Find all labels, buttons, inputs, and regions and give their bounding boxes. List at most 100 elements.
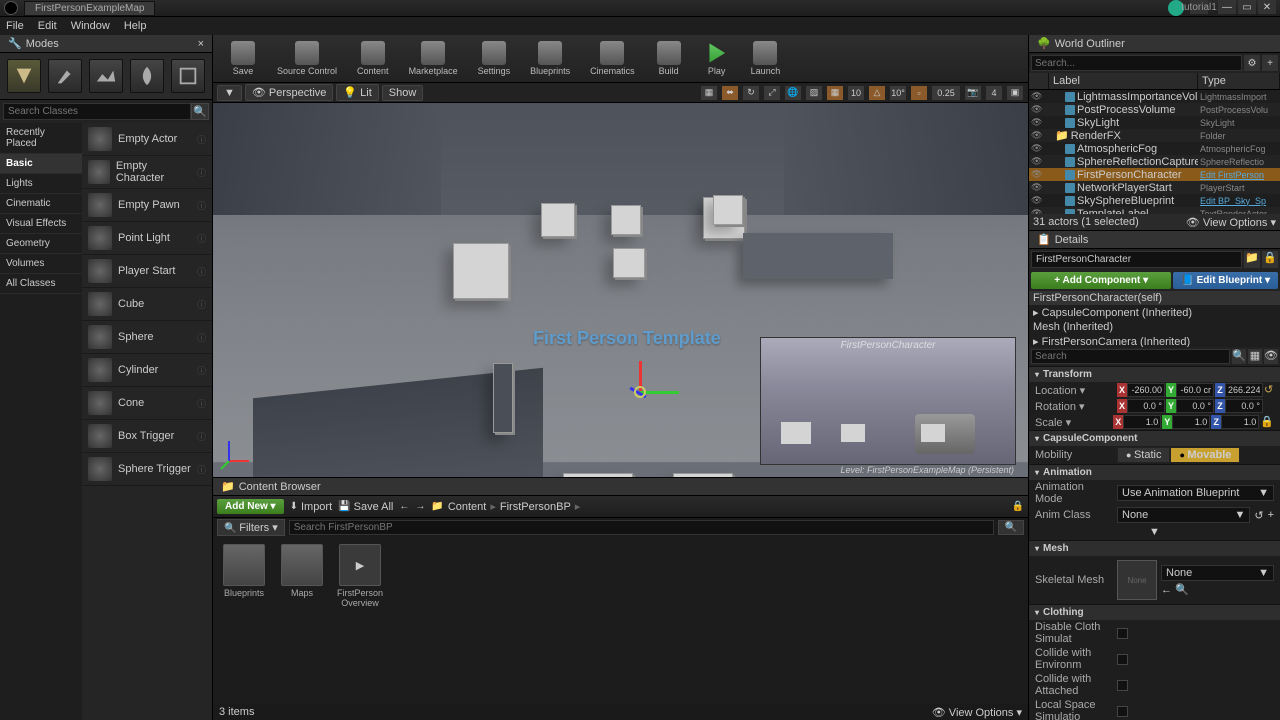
outliner-row[interactable]: 👁📁RenderFXFolder: [1029, 129, 1280, 142]
component-tree[interactable]: FirstPersonCharacter(self)▸ CapsuleCompo…: [1029, 291, 1280, 347]
browse-icon[interactable]: 🔍: [1175, 584, 1189, 596]
category-recently-placed[interactable]: Recently Placed: [0, 123, 82, 154]
camera-speed-icon[interactable]: 📷: [964, 85, 982, 101]
place-item[interactable]: Coneⓘ: [82, 387, 212, 420]
blueprints-button[interactable]: Blueprints: [522, 39, 578, 78]
filters-button[interactable]: 🔍 Filters ▾: [217, 519, 285, 536]
category-geometry[interactable]: Geometry: [0, 234, 82, 254]
camera-speed-value[interactable]: 4: [985, 85, 1003, 101]
clothing-section[interactable]: Clothing: [1029, 604, 1280, 620]
place-item[interactable]: Point Lightⓘ: [82, 222, 212, 255]
show-button[interactable]: Show: [382, 85, 424, 101]
content-search-input[interactable]: [289, 520, 994, 535]
mesh-thumbnail[interactable]: None: [1117, 560, 1157, 600]
use-icon[interactable]: ←: [1161, 584, 1172, 596]
details-tab[interactable]: 📋 Details: [1029, 231, 1280, 249]
surface-snap-button[interactable]: ▨: [805, 85, 823, 101]
viewport-menu-button[interactable]: ▼: [217, 85, 242, 101]
asset-item[interactable]: Maps: [279, 544, 325, 599]
transform-section[interactable]: Transform: [1029, 366, 1280, 382]
outliner-row[interactable]: 👁SkySphereBlueprintEdit BP_Sky_Sp: [1029, 194, 1280, 207]
rot-x-input[interactable]: [1127, 399, 1165, 413]
loc-y-input[interactable]: [1176, 383, 1214, 397]
outliner-row[interactable]: 👁AtmosphericFogAtmosphericFog: [1029, 142, 1280, 155]
component-row[interactable]: ▸ CapsuleComponent (Inherited): [1029, 305, 1280, 320]
add-icon[interactable]: +: [1262, 55, 1278, 71]
play-button[interactable]: Play: [695, 39, 739, 78]
lock-scale-icon[interactable]: 🔒: [1260, 415, 1274, 429]
place-item[interactable]: Cylinderⓘ: [82, 354, 212, 387]
transform-gizmo[interactable]: [629, 361, 689, 421]
content-button[interactable]: Content: [349, 39, 397, 78]
view-options-button[interactable]: 👁 View Options ▾: [932, 706, 1022, 719]
outliner-row[interactable]: 👁SphereReflectionCaptureSphereReflectio: [1029, 155, 1280, 168]
build-button[interactable]: Build: [647, 39, 691, 78]
outliner-row[interactable]: 👁LightmassImportanceVolumeLightmassImpor…: [1029, 90, 1280, 103]
outliner-header[interactable]: Label Type: [1029, 73, 1280, 90]
content-browser-tab[interactable]: 📁 Content Browser: [213, 478, 1028, 496]
outliner-row[interactable]: 👁NetworkPlayerStartPlayerStart: [1029, 181, 1280, 194]
anim-mode-dropdown[interactable]: Use Animation Blueprint▼: [1117, 485, 1274, 501]
settings-button[interactable]: Settings: [470, 39, 519, 78]
paint-mode-button[interactable]: [48, 59, 82, 93]
menu-file[interactable]: File: [6, 20, 24, 32]
category-lights[interactable]: Lights: [0, 174, 82, 194]
place-mode-button[interactable]: [7, 59, 41, 93]
eye-icon[interactable]: 👁: [1264, 349, 1278, 364]
outliner-row[interactable]: 👁FirstPersonCharacterEdit FirstPerson: [1029, 168, 1280, 181]
checkbox[interactable]: [1117, 680, 1128, 691]
edit-blueprint-button[interactable]: 📘 Edit Blueprint ▾: [1173, 272, 1278, 289]
perspective-button[interactable]: 👁 Perspective: [245, 84, 334, 101]
lit-button[interactable]: 💡 Lit: [336, 84, 378, 101]
foliage-mode-button[interactable]: [130, 59, 164, 93]
level-tab[interactable]: FirstPersonExampleMap: [24, 1, 155, 16]
category-visual-effects[interactable]: Visual Effects: [0, 214, 82, 234]
launch-button[interactable]: Launch: [743, 39, 789, 78]
component-row[interactable]: ▸ FirstPersonCamera (Inherited): [1029, 334, 1280, 347]
loc-z-input[interactable]: [1225, 383, 1263, 397]
modes-tab[interactable]: 🔧 Modes ×: [0, 35, 212, 53]
search-icon[interactable]: 🔍: [191, 103, 209, 120]
maximize-button[interactable]: ▭: [1238, 0, 1256, 14]
scale-snap-button[interactable]: ▫: [910, 85, 928, 101]
component-row[interactable]: FirstPersonCharacter(self): [1029, 291, 1280, 305]
breadcrumb[interactable]: 📁 Content ▸ FirstPersonBP ▸: [431, 500, 580, 513]
reset-icon[interactable]: ↺: [1264, 383, 1273, 397]
category-cinematic[interactable]: Cinematic: [0, 194, 82, 214]
rot-y-input[interactable]: [1176, 399, 1214, 413]
nav-back-button[interactable]: ←: [399, 501, 409, 512]
category-basic[interactable]: Basic: [0, 154, 82, 174]
mobility-toggle[interactable]: ● Static ● Movable: [1117, 447, 1240, 463]
filter-icon[interactable]: ⚙: [1244, 55, 1260, 71]
menu-edit[interactable]: Edit: [38, 20, 57, 32]
grid-snap-value[interactable]: 10: [847, 85, 865, 101]
outliner-view-options[interactable]: 👁 View Options ▾: [1186, 216, 1276, 229]
angle-snap-button[interactable]: △: [868, 85, 886, 101]
outliner-row[interactable]: 👁SkyLightSkyLight: [1029, 116, 1280, 129]
outliner-row[interactable]: 👁TemplateLabelTextRenderActor: [1029, 207, 1280, 214]
property-matrix-icon[interactable]: ▦: [1248, 349, 1262, 364]
mesh-section[interactable]: Mesh: [1029, 540, 1280, 556]
actor-name-input[interactable]: [1031, 251, 1242, 268]
reset-icon[interactable]: ↺: [1254, 509, 1263, 522]
outliner-row[interactable]: 👁PostProcessVolumePostProcessVolu: [1029, 103, 1280, 116]
place-item[interactable]: Sphere Triggerⓘ: [82, 453, 212, 486]
capsule-section[interactable]: CapsuleComponent: [1029, 430, 1280, 446]
menu-window[interactable]: Window: [71, 20, 110, 32]
geometry-mode-button[interactable]: [171, 59, 205, 93]
angle-snap-value[interactable]: 10°: [889, 85, 907, 101]
asset-item[interactable]: Blueprints: [221, 544, 267, 599]
place-item[interactable]: Box Triggerⓘ: [82, 420, 212, 453]
asset-item[interactable]: ▶FirstPersonOverview: [337, 544, 383, 609]
nav-fwd-button[interactable]: →: [415, 501, 425, 512]
component-row[interactable]: Mesh (Inherited): [1029, 320, 1280, 334]
marketplace-button[interactable]: Marketplace: [401, 39, 466, 78]
search-icon[interactable]: 🔍: [998, 520, 1024, 535]
scale-snap-value[interactable]: 0.25: [931, 85, 961, 101]
category-all-classes[interactable]: All Classes: [0, 274, 82, 294]
maximize-viewport-button[interactable]: ▣: [1006, 85, 1024, 101]
mesh-dropdown[interactable]: None▼: [1161, 565, 1274, 581]
place-item[interactable]: Empty Actorⓘ: [82, 123, 212, 156]
coord-space-button[interactable]: 🌐: [784, 85, 802, 101]
minimize-button[interactable]: —: [1218, 0, 1236, 14]
